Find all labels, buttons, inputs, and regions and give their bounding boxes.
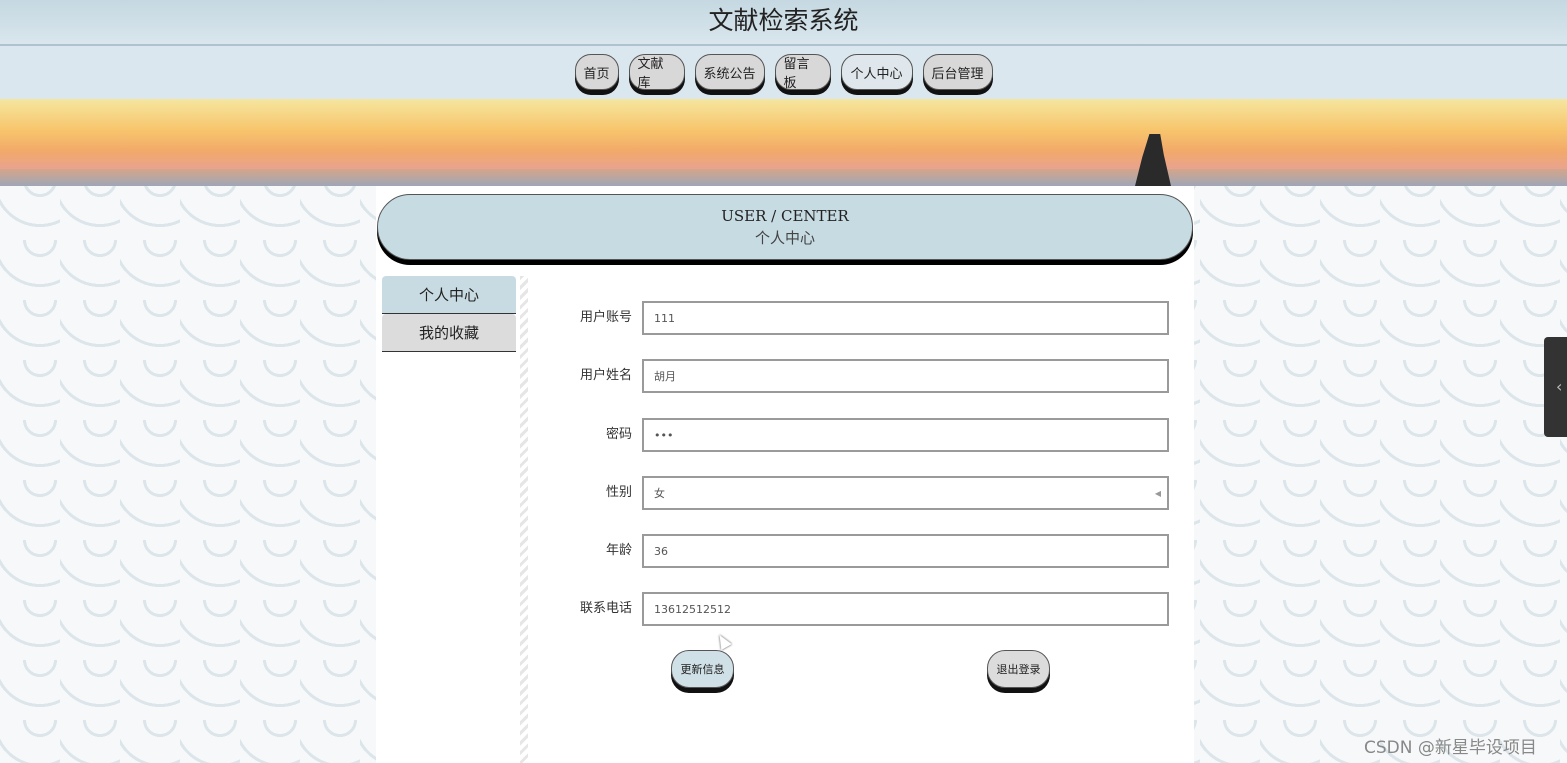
nav-admin[interactable]: 后台管理 xyxy=(922,54,993,90)
header-en-title: USER / CENTER xyxy=(721,207,849,225)
account-label: 用户账号 xyxy=(579,310,632,325)
side-item-favorites[interactable]: 我的收藏 xyxy=(382,314,516,352)
chevron-left-icon: ‹ xyxy=(1556,377,1563,396)
age-label: 年龄 xyxy=(605,543,632,558)
dropdown-arrow-icon: ◀ xyxy=(1154,489,1161,498)
nav-home[interactable]: 首页 xyxy=(574,54,619,90)
side-menu: 个人中心 我的收藏 xyxy=(382,276,516,352)
name-label: 用户姓名 xyxy=(579,368,632,383)
update-info-button[interactable]: 更新信息 xyxy=(671,650,734,688)
gender-label: 性别 xyxy=(605,485,632,500)
form-row-account: 用户账号 111 xyxy=(528,301,1194,335)
form-row-phone: 联系电话 13612512512 xyxy=(528,592,1194,626)
account-field[interactable]: 111 xyxy=(642,301,1169,335)
main-nav: 首页 文献库 系统公告 留言板 个人中心 后台管理 xyxy=(0,46,1567,99)
phone-label: 联系电话 xyxy=(579,601,632,616)
gender-value: 女 xyxy=(654,487,665,500)
header-cn-title: 个人中心 xyxy=(754,229,815,247)
side-item-personal-center[interactable]: 个人中心 xyxy=(382,276,516,314)
form-row-password: 密码 ••• xyxy=(528,418,1194,452)
form-row-gender: 性别 女 ◀ xyxy=(528,476,1194,510)
nav-announcement[interactable]: 系统公告 xyxy=(694,54,765,90)
nav-message-board[interactable]: 留言板 xyxy=(774,54,831,91)
banner-horizon xyxy=(0,169,1567,186)
gender-select[interactable]: 女 ◀ xyxy=(642,476,1169,510)
phone-field[interactable]: 13612512512 xyxy=(642,592,1169,626)
name-field[interactable]: 胡月 xyxy=(642,359,1169,393)
age-field[interactable]: 36 xyxy=(642,534,1169,568)
nav-personal-center[interactable]: 个人中心 xyxy=(840,54,913,90)
logout-button[interactable]: 退出登录 xyxy=(987,650,1050,688)
divider-stripe xyxy=(520,276,528,763)
fisherman-silhouette xyxy=(1135,134,1171,186)
site-title: 文献检索系统 xyxy=(708,6,859,35)
header-bar: 文献检索系统 xyxy=(0,0,1567,46)
password-field[interactable]: ••• xyxy=(642,418,1169,452)
side-drawer-handle[interactable]: ‹ xyxy=(1544,337,1567,437)
nav-literature[interactable]: 文献库 xyxy=(628,54,685,91)
form-row-age: 年龄 36 xyxy=(528,534,1194,568)
banner-image xyxy=(0,99,1567,186)
watermark: CSDN @新星毕设项目 xyxy=(1364,738,1537,758)
user-center-header: USER / CENTER 个人中心 xyxy=(377,194,1193,260)
form-row-name: 用户姓名 胡月 xyxy=(528,359,1194,393)
profile-form: 用户账号 111 用户姓名 胡月 密码 ••• 性别 女 ◀ 年龄 36 联系电… xyxy=(528,276,1194,763)
password-label: 密码 xyxy=(605,427,632,442)
